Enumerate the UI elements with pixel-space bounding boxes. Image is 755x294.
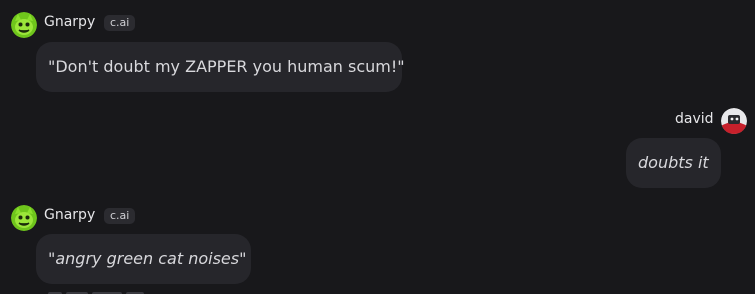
quote-close: "	[239, 249, 247, 268]
sender-name[interactable]: david	[675, 110, 714, 128]
bot-badge: c.ai	[104, 15, 136, 31]
sender-name[interactable]: Gnarpy	[44, 206, 95, 224]
message-text: "Don't doubt my ZAPPER you human scum!"	[48, 57, 405, 76]
gnarpy-avatar-icon[interactable]	[11, 205, 37, 231]
bot-badge: c.ai	[104, 208, 136, 224]
message-bubble: "angry green cat noises"	[36, 234, 251, 284]
message-bubble: "Don't doubt my ZAPPER you human scum!"	[36, 42, 405, 92]
message-text: angry green cat noises	[55, 249, 240, 268]
next-message-cutoff	[48, 288, 168, 294]
message-text: doubts it	[638, 153, 709, 172]
message-bubble: doubts it	[626, 138, 721, 188]
gnarpy-avatar-icon[interactable]	[11, 12, 37, 38]
sender-name[interactable]: Gnarpy	[44, 13, 95, 31]
chat-log: Gnarpy c.ai "Don't doubt my ZAPPER you h…	[0, 0, 755, 294]
user-avatar-icon[interactable]	[721, 108, 747, 134]
